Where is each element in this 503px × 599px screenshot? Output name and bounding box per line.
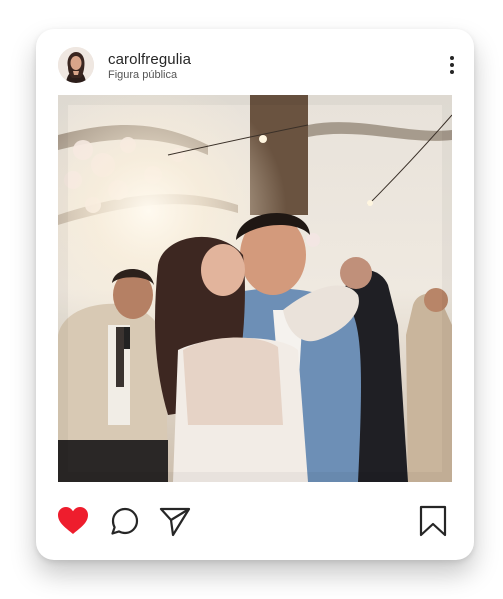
comment-icon (111, 507, 139, 535)
username[interactable]: carolfregulia (108, 51, 191, 68)
heart-icon (58, 507, 88, 534)
bookmark-icon (419, 505, 447, 537)
save-button[interactable] (416, 504, 450, 538)
post-actions (36, 482, 474, 560)
avatar-image (58, 47, 94, 83)
avatar[interactable] (58, 47, 94, 83)
stage: carolfregulia Figura pública (0, 0, 503, 599)
post-photo[interactable] (58, 95, 452, 482)
like-button[interactable] (56, 504, 90, 538)
more-vertical-icon (450, 56, 454, 74)
instagram-post-card: carolfregulia Figura pública (36, 29, 474, 560)
more-options-button[interactable] (446, 53, 458, 77)
send-icon (159, 507, 191, 537)
post-header: carolfregulia Figura pública (36, 29, 474, 95)
share-button[interactable] (158, 504, 192, 538)
account-category: Figura pública (108, 69, 178, 81)
comment-button[interactable] (108, 504, 142, 538)
wedding-kiss-photo (58, 95, 452, 482)
